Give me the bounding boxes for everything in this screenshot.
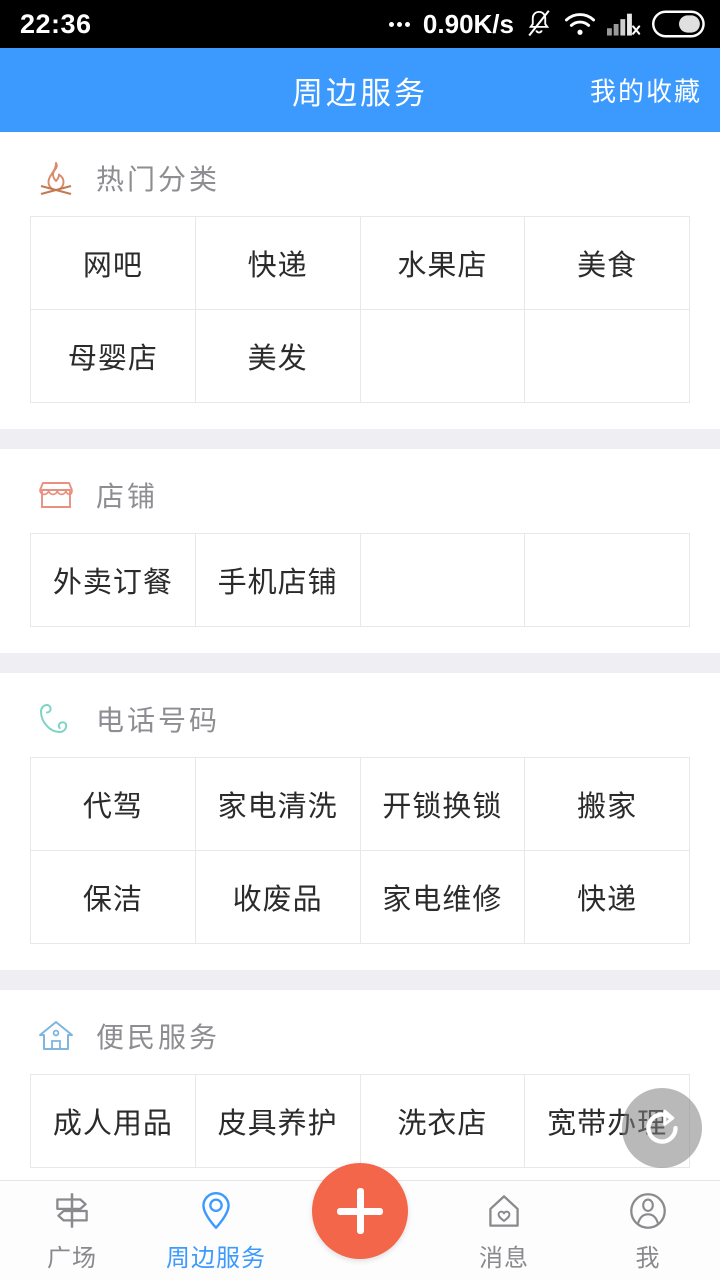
- section-divider: [0, 429, 720, 449]
- category-cell[interactable]: 快递: [195, 217, 361, 310]
- location-pin-icon: [202, 1192, 230, 1229]
- shop-cell-empty: [525, 534, 690, 627]
- category-cell-empty: [525, 310, 690, 403]
- tab-label: 广场: [47, 1246, 97, 1272]
- section-divider: [0, 970, 720, 990]
- add-button[interactable]: [312, 1163, 408, 1259]
- category-cell[interactable]: 美食: [525, 217, 690, 310]
- tab-label: 消息: [479, 1246, 529, 1272]
- tab-profile[interactable]: 我: [576, 1181, 720, 1280]
- section-divider: [0, 653, 720, 673]
- service-cell[interactable]: 成人用品: [31, 1075, 196, 1168]
- section-header-convenience-services: 便民服务: [0, 990, 720, 1074]
- phone-cell[interactable]: 保洁: [31, 851, 196, 944]
- status-time: 22:36: [20, 8, 92, 39]
- app-root: 22:36 0.90K/s 周边服务 我的收藏 热门分类 网吧 快递 水果店 美…: [0, 0, 720, 1280]
- person-circle-icon: [630, 1193, 666, 1229]
- section-title: 便民服务: [96, 1023, 221, 1054]
- battery-icon: [652, 10, 705, 38]
- grid-hot-categories: 网吧 快递 水果店 美食 母婴店 美发: [30, 216, 690, 403]
- service-cell[interactable]: 洗衣店: [360, 1075, 526, 1168]
- phone-cell[interactable]: 开锁换锁: [360, 758, 526, 851]
- phone-cell[interactable]: 快递: [525, 851, 690, 944]
- tab-messages[interactable]: 消息: [432, 1181, 576, 1280]
- category-cell[interactable]: 母婴店: [31, 310, 196, 403]
- service-cell[interactable]: 皮具养护: [195, 1075, 361, 1168]
- signpost-icon: [56, 1193, 88, 1228]
- grid-phone-numbers: 代驾 家电清洗 开锁换锁 搬家 保洁 收废品 家电维修 快递: [30, 757, 690, 944]
- section-phone-numbers: 电话号码 代驾 家电清洗 开锁换锁 搬家 保洁 收废品 家电维修 快递: [0, 673, 720, 944]
- phone-cell[interactable]: 搬家: [525, 758, 690, 851]
- category-cell-empty: [360, 310, 526, 403]
- shop-cell[interactable]: 外卖订餐: [31, 534, 196, 627]
- floating-refresh-button[interactable]: [622, 1088, 702, 1168]
- section-title: 店铺: [96, 482, 159, 513]
- status-icons: 0.90K/s: [388, 8, 706, 40]
- storefront-icon: [39, 482, 73, 508]
- section-header-shops: 店铺: [0, 449, 720, 533]
- phone-cell[interactable]: 收废品: [195, 851, 361, 944]
- bottom-tab-bar: 广场 周边服务 消息 我: [0, 1163, 720, 1280]
- house-icon: [39, 1021, 73, 1050]
- phone-cell[interactable]: 家电清洗: [195, 758, 361, 851]
- status-network-speed: 0.90K/s: [422, 8, 514, 39]
- section-convenience-services: 便民服务 成人用品 皮具养护 洗衣店 宽带办理: [0, 990, 720, 1168]
- tab-label: 我: [635, 1246, 661, 1272]
- category-cell[interactable]: 美发: [195, 310, 361, 403]
- house-heart-icon: [489, 1195, 519, 1227]
- tab-add[interactable]: [288, 1163, 432, 1280]
- section-title: 电话号码: [96, 706, 221, 737]
- category-cell[interactable]: 水果店: [360, 217, 526, 310]
- shop-cell[interactable]: 手机店铺: [195, 534, 361, 627]
- grid-shops: 外卖订餐 手机店铺: [30, 533, 690, 627]
- tab-nearby-services[interactable]: 周边服务: [144, 1181, 288, 1280]
- wifi-icon: [564, 13, 596, 35]
- section-header-hot-categories: 热门分类: [0, 132, 720, 216]
- page-title: 周边服务: [292, 75, 428, 111]
- app-header: 周边服务 我的收藏: [0, 48, 720, 132]
- content-scroll-area[interactable]: 热门分类 网吧 快递 水果店 美食 母婴店 美发 店铺 外卖订餐 手机店铺 电话…: [0, 132, 720, 1180]
- section-hot-categories: 热门分类 网吧 快递 水果店 美食 母婴店 美发: [0, 132, 720, 403]
- shop-cell-empty: [360, 534, 526, 627]
- phone-cell[interactable]: 家电维修: [360, 851, 526, 944]
- tab-label: 周边服务: [166, 1246, 266, 1272]
- refresh-icon: [646, 1109, 678, 1144]
- category-cell[interactable]: 网吧: [31, 217, 196, 310]
- section-shops: 店铺 外卖订餐 手机店铺: [0, 449, 720, 627]
- campfire-icon: [40, 162, 72, 195]
- grid-convenience-services: 成人用品 皮具养护 洗衣店 宽带办理: [30, 1074, 690, 1168]
- tab-plaza[interactable]: 广场: [0, 1181, 144, 1280]
- more-dots-icon: [388, 21, 410, 27]
- section-header-phone-numbers: 电话号码: [0, 673, 720, 757]
- plus-icon-vertical: [356, 1188, 364, 1234]
- mute-bell-icon: [528, 10, 550, 37]
- status-bar: 22:36 0.90K/s: [0, 0, 720, 48]
- section-title: 热门分类: [96, 165, 221, 196]
- signal-no-service-icon: [607, 13, 641, 36]
- phone-handset-icon: [39, 704, 68, 734]
- my-favorites-button[interactable]: 我的收藏: [590, 72, 702, 109]
- phone-cell[interactable]: 代驾: [31, 758, 196, 851]
